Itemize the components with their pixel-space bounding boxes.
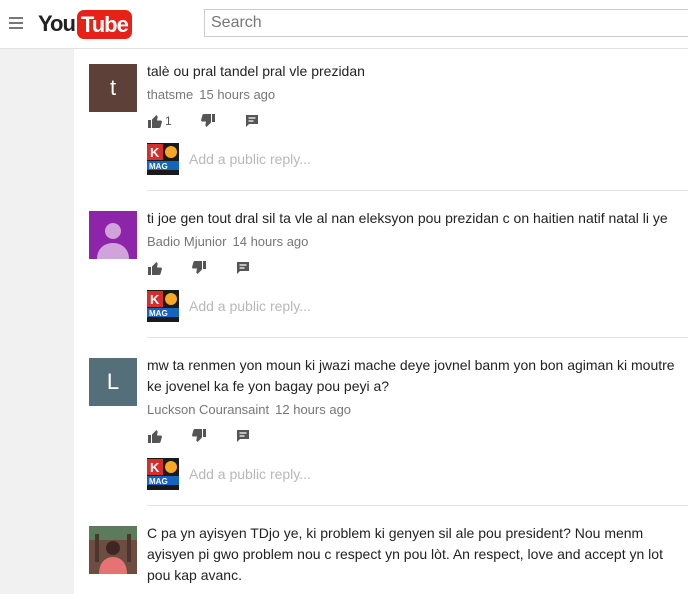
reply-avatar: K MAG <box>147 290 179 322</box>
like-count: 1 <box>165 114 172 128</box>
search-input[interactable] <box>204 9 688 37</box>
reply-input[interactable] <box>189 298 589 314</box>
comment-actions <box>147 260 279 276</box>
comment-text: C pa yn ayisyen TDjo ye, ki problem ki g… <box>147 525 663 583</box>
comment-text: talè ou pral tandel pral vle prezidan <box>147 63 365 79</box>
masthead: You Tube <box>0 0 688 49</box>
reply-row: K MAG <box>147 143 589 175</box>
svg-text:K: K <box>150 292 160 307</box>
user-photo-icon <box>89 526 137 574</box>
youtube-logo[interactable]: You Tube <box>38 9 132 39</box>
avatar[interactable]: L <box>89 358 137 406</box>
comment-time[interactable]: 12 hours ago <box>275 402 351 417</box>
comments-section: t talè ou pral tandel pral vle prezidan … <box>74 49 688 594</box>
comment-author[interactable]: Luckson Couransaint <box>147 402 269 417</box>
comment-actions: 1 <box>147 113 288 129</box>
reply-input[interactable] <box>189 466 589 482</box>
thumbs-down-icon[interactable] <box>191 428 207 444</box>
comment-divider <box>147 190 688 191</box>
reply-icon[interactable] <box>235 428 251 444</box>
logo-you-text: You <box>38 11 76 36</box>
thumbs-up-icon[interactable] <box>147 428 163 444</box>
comment-time[interactable]: 14 hours ago <box>233 234 309 249</box>
comment-meta: Luckson Couransaint 12 hours ago <box>147 399 677 420</box>
svg-text:MAG: MAG <box>149 309 168 318</box>
svg-text:K: K <box>150 460 160 475</box>
thumbs-up-icon[interactable] <box>147 113 163 129</box>
svg-text:MAG: MAG <box>149 162 168 171</box>
avatar-letter: L <box>106 369 120 394</box>
thumbs-down-icon[interactable] <box>200 113 216 129</box>
comment-meta: thatsme 15 hours ago <box>147 84 677 105</box>
thumbs-down-icon[interactable] <box>191 260 207 276</box>
reply-avatar: K MAG <box>147 458 179 490</box>
reply-row: K MAG <box>147 290 589 322</box>
kc-mag-logo-icon: K MAG <box>147 143 179 175</box>
hamburger-menu-icon[interactable] <box>9 17 23 29</box>
comment-time[interactable]: 15 hours ago <box>199 87 275 102</box>
avatar[interactable] <box>89 211 137 259</box>
thumbs-up-icon[interactable] <box>147 260 163 276</box>
comment-meta: Badio Mjunior 14 hours ago <box>147 231 677 252</box>
comment-author[interactable]: Badio Mjunior <box>147 234 227 249</box>
avatar-letter: t <box>109 75 117 100</box>
comment-divider <box>147 505 688 506</box>
svg-text:MAG: MAG <box>149 477 168 486</box>
comment-actions <box>147 428 279 444</box>
reply-icon[interactable] <box>235 260 251 276</box>
avatar[interactable]: t <box>89 64 137 112</box>
reply-icon[interactable] <box>244 113 260 129</box>
avatar[interactable] <box>89 526 137 574</box>
logo-tube-text: Tube <box>76 9 132 39</box>
svg-text:K: K <box>150 145 160 160</box>
reply-avatar: K MAG <box>147 143 179 175</box>
default-user-icon <box>97 223 129 259</box>
reply-row: K MAG <box>147 458 589 490</box>
comment-text: ti joe gen tout dral sil ta vle al nan e… <box>147 210 668 226</box>
kc-mag-logo-icon: K MAG <box>147 290 179 322</box>
comment-divider <box>147 337 688 338</box>
kc-mag-logo-icon: K MAG <box>147 458 179 490</box>
comment-text: mw ta renmen yon moun ki jwazi mache dey… <box>147 357 675 394</box>
comment-author[interactable]: thatsme <box>147 87 193 102</box>
reply-input[interactable] <box>189 151 589 167</box>
